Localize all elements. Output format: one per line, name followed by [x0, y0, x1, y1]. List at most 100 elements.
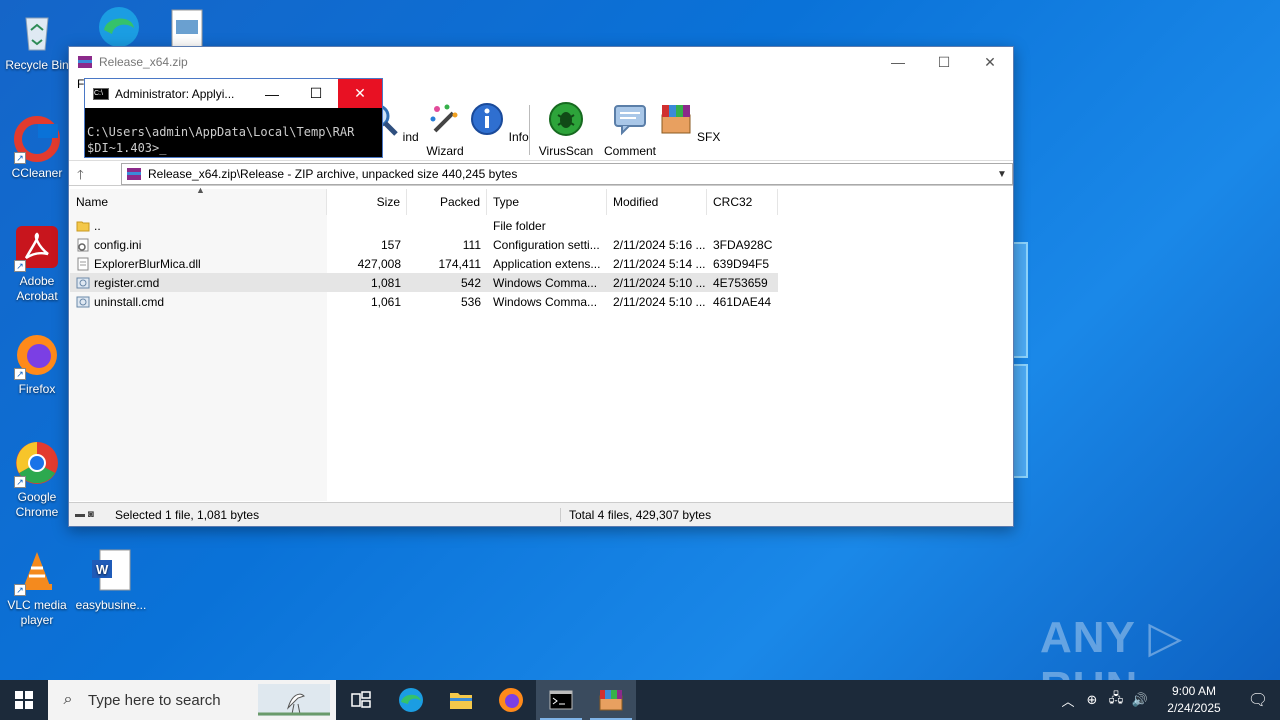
- console-output[interactable]: C:\Users\admin\AppData\Local\Temp\RAR $DI…: [85, 108, 382, 156]
- sfx-label: SFX: [697, 130, 721, 144]
- taskbar-command-prompt[interactable]: [536, 680, 586, 720]
- table-row-selected[interactable]: register.cmd 1,081 542 Windows Comma... …: [70, 273, 778, 292]
- desktop-icon-adobe-acrobat[interactable]: ↗ Adobe Acrobat: [0, 224, 74, 304]
- console-close-button[interactable]: ✕: [338, 79, 382, 108]
- sfx-button[interactable]: SFX: [657, 101, 721, 144]
- comment-button[interactable]: Comment: [598, 101, 662, 158]
- cmd-file-icon: [76, 296, 90, 307]
- recycle-bin-icon: [14, 8, 60, 54]
- winrar-icon: [599, 690, 623, 711]
- console-maximize-button[interactable]: ☐: [294, 79, 338, 108]
- settings-file-icon: [77, 238, 89, 251]
- file-name: ExplorerBlurMica.dll: [94, 256, 201, 271]
- column-header-type[interactable]: Type: [487, 189, 607, 215]
- file-list[interactable]: Name Size Packed Type Modified CRC32 ▲ .…: [70, 185, 1012, 501]
- winrar-archive-icon: [127, 168, 141, 180]
- taskbar-file-explorer[interactable]: [436, 680, 486, 720]
- winrar-app-icon: [78, 56, 92, 68]
- desktop-icon-word-document[interactable]: W easybusine...: [74, 548, 148, 613]
- taskbar: ⌕ Type here to search ︿ ⊕ 🖧 🔊 9:00 AM 2/…: [0, 680, 1280, 720]
- desktop-icon-label: Recycle Bin: [5, 58, 69, 72]
- sort-arrow-icon: ▲: [196, 185, 205, 195]
- console-minimize-button[interactable]: —: [250, 79, 294, 108]
- console-window[interactable]: C:\ Administrator: Applyi... — ☐ ✕ C:\Us…: [84, 78, 383, 158]
- search-icon: ⌕: [63, 691, 73, 708]
- desktop-icon-google-chrome[interactable]: ↗ Google Chrome: [0, 440, 74, 520]
- path-combobox[interactable]: Release_x64.zip\Release - ZIP archive, u…: [121, 163, 1013, 185]
- column-header-crc32[interactable]: CRC32: [707, 189, 778, 215]
- virusscan-button[interactable]: VirusScan: [534, 101, 598, 158]
- file-explorer-icon: [450, 693, 472, 709]
- dll-file-icon: [77, 257, 89, 270]
- file-packed: 542: [460, 275, 481, 290]
- file-name: ..: [94, 218, 101, 233]
- chevron-up-icon[interactable]: ︿: [1056, 691, 1080, 710]
- taskbar-search-box[interactable]: ⌕ Type here to search: [48, 680, 336, 720]
- console-line: C:\Users\admin\AppData\Local\Temp\RAR: [87, 125, 355, 139]
- taskbar-winrar[interactable]: [586, 680, 636, 720]
- firefox-icon: ↗: [14, 332, 60, 380]
- desktop-icon-label: easybusine...: [75, 598, 147, 612]
- table-row[interactable]: .. File folder: [70, 216, 778, 235]
- clock-time: 9:00 AM: [1171, 684, 1217, 698]
- file-type: Application extens...: [493, 256, 601, 271]
- table-row[interactable]: ExplorerBlurMica.dll 427,008 174,411 App…: [70, 254, 778, 273]
- ccleaner-icon: ↗: [14, 116, 60, 164]
- start-button[interactable]: [0, 680, 48, 720]
- volume-icon[interactable]: 🔊: [1128, 692, 1152, 708]
- status-bar: ▬ ◙ Selected 1 file, 1,081 bytes Total 4…: [69, 502, 1013, 526]
- clock[interactable]: 9:00 AM 2/24/2025: [1152, 683, 1236, 717]
- file-type: Windows Comma...: [493, 294, 598, 309]
- status-total: Total 4 files, 429,307 bytes: [569, 507, 712, 522]
- sfx-archive-icon: [661, 105, 691, 134]
- chrome-icon: ↗: [14, 440, 60, 488]
- taskbar-edge[interactable]: [386, 680, 436, 720]
- shortcut-arrow-icon: ↗: [14, 476, 26, 488]
- file-size: 427,008: [357, 256, 401, 271]
- file-name: uninstall.cmd: [94, 294, 165, 309]
- folder-icon: [76, 221, 90, 231]
- desktop-light-pane: [1012, 364, 1028, 478]
- task-view-button[interactable]: [336, 680, 386, 720]
- desktop-icon-firefox[interactable]: ↗ Firefox: [0, 332, 74, 397]
- desktop-icon-ccleaner[interactable]: ↗ CCleaner: [0, 116, 74, 181]
- desktop-icon-vlc[interactable]: ↗ VLC media player: [0, 548, 74, 628]
- file-size: 157: [380, 237, 401, 252]
- file-type: Windows Comma...: [493, 275, 598, 290]
- column-header: Name Size Packed Type Modified CRC32: [70, 189, 778, 215]
- notification-center-icon[interactable]: 🗨: [1236, 690, 1280, 710]
- file-crc: 461DAE44: [713, 294, 772, 309]
- table-row[interactable]: uninstall.cmd 1,061 536 Windows Comma...…: [70, 292, 778, 311]
- shortcut-arrow-icon: ↗: [14, 368, 26, 380]
- column-header-modified[interactable]: Modified: [607, 189, 707, 215]
- column-header-packed[interactable]: Packed: [407, 189, 487, 215]
- console-titlebar[interactable]: C:\ Administrator: Applyi... — ☐ ✕: [85, 79, 382, 108]
- vlc-cone-icon: ↗: [14, 548, 60, 596]
- network-icon[interactable]: 🖧: [1104, 689, 1128, 711]
- command-prompt-icon: [549, 690, 573, 710]
- search-highlight-bird-icon: [258, 684, 330, 716]
- up-folder-button[interactable]: 🡑: [77, 166, 107, 182]
- table-row[interactable]: config.ini 157 111 Configuration setti..…: [70, 235, 778, 254]
- comment-icon: [614, 105, 646, 136]
- close-button[interactable]: ✕: [967, 47, 1013, 77]
- desktop-icon-recycle-bin[interactable]: Recycle Bin: [0, 8, 74, 73]
- info-icon: [471, 103, 504, 135]
- maximize-button[interactable]: ☐: [921, 47, 967, 77]
- file-name: register.cmd: [94, 275, 160, 290]
- winrar-titlebar[interactable]: Release_x64.zip — ☐ ✕: [69, 47, 1013, 77]
- shortcut-arrow-icon: ↗: [14, 584, 26, 596]
- minimize-button[interactable]: —: [875, 47, 921, 77]
- file-type: File folder: [493, 218, 546, 233]
- chevron-down-icon[interactable]: ▼: [992, 169, 1012, 180]
- drive-icons[interactable]: ▬ ◙: [69, 509, 113, 520]
- task-view-icon: [351, 691, 371, 708]
- info-button[interactable]: Info: [467, 101, 531, 144]
- taskbar-firefox[interactable]: [486, 680, 536, 720]
- file-type: Configuration setti...: [493, 237, 600, 252]
- file-packed: 174,411: [438, 256, 482, 271]
- meet-now-icon[interactable]: ⊕: [1080, 692, 1104, 708]
- file-modified: 2/11/2024 5:14 ...: [613, 256, 706, 271]
- column-header-size[interactable]: Size: [327, 189, 407, 215]
- virusscan-label: VirusScan: [538, 144, 594, 158]
